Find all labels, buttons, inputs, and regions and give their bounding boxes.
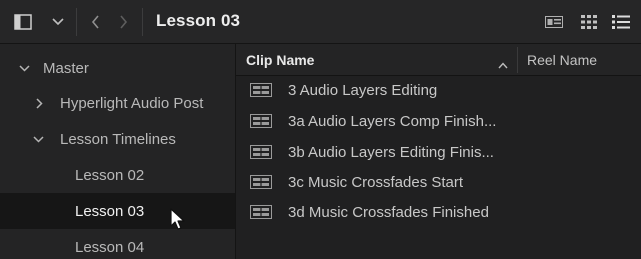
chevron-down-icon[interactable] (18, 62, 30, 74)
forward-arrow-icon[interactable] (116, 10, 130, 34)
timeline-clip-icon (250, 114, 272, 128)
table-row[interactable]: 3c Music Crossfades Start (236, 167, 641, 197)
sidebar-item-label: Hyperlight Audio Post (60, 94, 204, 112)
toolbar-divider (76, 8, 77, 36)
sidebar-item-label: Lesson 02 (75, 166, 145, 184)
chevron-down-icon[interactable] (32, 133, 44, 145)
sidebar-item-lesson-04[interactable]: Lesson 04 (0, 229, 235, 259)
column-header-reel-name[interactable]: Reel Name (527, 52, 597, 68)
timeline-clip-icon (250, 175, 272, 189)
sidebar-item-lesson-03[interactable]: Lesson 03 (0, 193, 235, 229)
clip-name: 3b Audio Layers Editing Finis... (288, 143, 494, 161)
sidebar-item-label: Lesson 03 (75, 202, 145, 220)
sidebar-item-hyperlight-audio-post[interactable]: Hyperlight Audio Post (0, 85, 235, 121)
sidebar-item-lesson-02[interactable]: Lesson 02 (0, 157, 235, 193)
column-header-clip-name[interactable]: Clip Name (246, 52, 314, 68)
sidebar-toggle-icon[interactable] (12, 10, 34, 34)
back-arrow-icon[interactable] (88, 10, 102, 34)
chevron-right-icon[interactable] (33, 97, 45, 109)
table-row[interactable]: 3 Audio Layers Editing (236, 75, 641, 105)
sidebar-item-label: Master (43, 59, 89, 77)
mouse-pointer-icon (170, 208, 186, 237)
table-row[interactable]: 3d Music Crossfades Finished (236, 197, 641, 227)
clip-name: 3d Music Crossfades Finished (288, 203, 489, 221)
sort-ascending-icon[interactable] (498, 56, 508, 74)
metadata-view-icon[interactable] (543, 10, 565, 34)
table-row[interactable]: 3b Audio Layers Editing Finis... (236, 137, 641, 167)
clip-name: 3 Audio Layers Editing (288, 81, 438, 99)
list-view-icon[interactable] (610, 10, 632, 34)
clip-name: 3c Music Crossfades Start (288, 173, 464, 191)
sidebar-item-lesson-timelines[interactable]: Lesson Timelines (0, 121, 235, 157)
timeline-clip-icon (250, 205, 272, 219)
column-divider[interactable] (517, 47, 518, 73)
toolbar: Lesson 03 (0, 0, 641, 44)
table-row[interactable]: 3a Audio Layers Comp Finish... (236, 106, 641, 136)
chevron-down-icon[interactable] (50, 10, 66, 34)
clip-list-panel: Clip Name Reel Name 3 Audio Layers Editi… (236, 44, 641, 259)
toolbar-divider (142, 8, 143, 36)
sidebar-item-label: Lesson 04 (75, 238, 145, 256)
timeline-clip-icon (250, 83, 272, 97)
sidebar-item-master[interactable]: Master (0, 50, 235, 86)
timeline-clip-icon (250, 145, 272, 159)
thumbnail-view-icon[interactable] (578, 10, 600, 34)
sidebar-item-label: Lesson Timelines (60, 130, 176, 148)
page-title: Lesson 03 (156, 11, 241, 30)
clip-name: 3a Audio Layers Comp Finish... (288, 112, 497, 130)
table-header: Clip Name Reel Name (236, 44, 641, 76)
sidebar: Master Hyperlight Audio Post Lesson Time… (0, 44, 236, 259)
